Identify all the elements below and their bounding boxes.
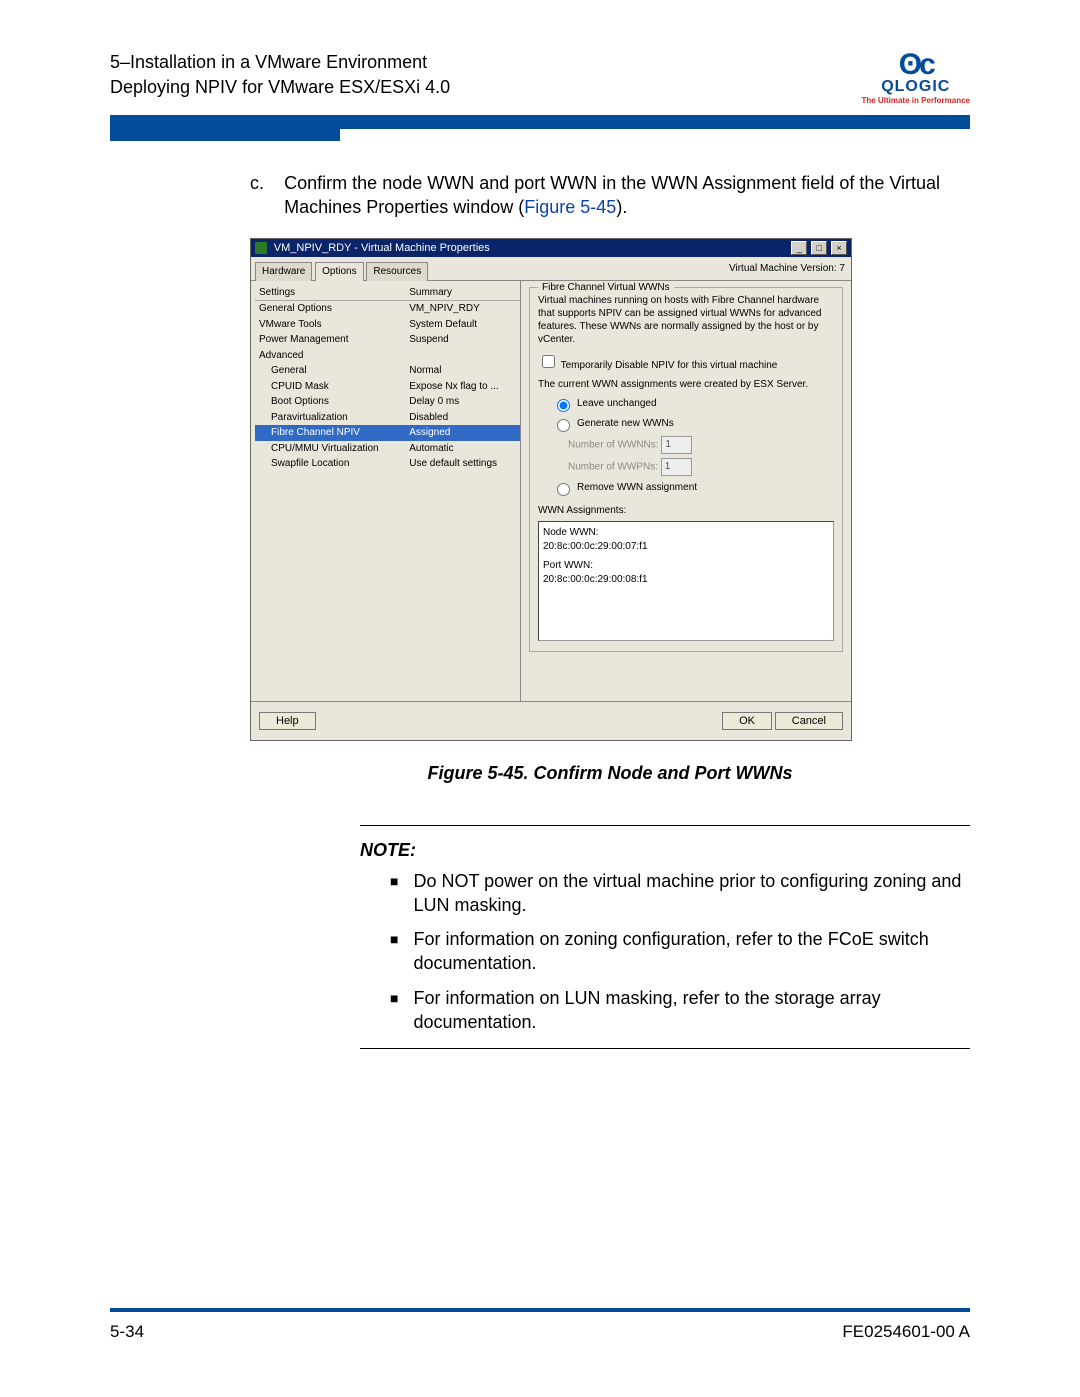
dialog-title: VM_NPIV_RDY - Virtual Machine Properties [274, 242, 490, 254]
tab-options[interactable]: Options [315, 262, 363, 281]
figure-link[interactable]: Figure 5-45 [524, 197, 616, 217]
list-item[interactable]: ParavirtualizationDisabled [255, 410, 520, 426]
ok-button[interactable]: OK [722, 712, 772, 730]
fc-wwn-group: Fibre Channel Virtual WWNs Virtual machi… [529, 287, 843, 653]
minimize-icon[interactable]: _ [791, 241, 807, 255]
radio-generate-label: Generate new WWNs [577, 417, 674, 431]
note-item: ■ For information on LUN masking, refer … [390, 986, 970, 1035]
doc-number: FE0254601-00 A [842, 1322, 970, 1342]
logo-brand: QLOGIC [862, 78, 970, 96]
tab-hardware[interactable]: Hardware [255, 262, 312, 281]
list-item[interactable]: GeneralNormal [255, 363, 520, 379]
radio-remove[interactable] [557, 483, 570, 496]
note-heading: NOTE: [360, 825, 970, 862]
radio-leave-label: Leave unchanged [577, 397, 657, 411]
list-item-selected[interactable]: Fibre Channel NPIVAssigned [255, 425, 520, 441]
num-wwpn-input[interactable] [661, 458, 692, 476]
radio-leave-unchanged[interactable] [557, 399, 570, 412]
note-item: ■ For information on zoning configuratio… [390, 927, 970, 976]
list-item[interactable]: CPUID MaskExpose Nx flag to ... [255, 379, 520, 395]
close-icon[interactable]: × [831, 241, 847, 255]
list-item[interactable]: Power ManagementSuspend [255, 332, 520, 348]
figure-caption: Figure 5-45. Confirm Node and Port WWNs [110, 761, 970, 785]
vm-icon [255, 242, 267, 254]
num-wwnn-input[interactable] [661, 436, 692, 454]
group-title: Fibre Channel Virtual WWNs [538, 281, 674, 295]
logo-icon: ʘc [862, 50, 970, 80]
note-item: ■ Do NOT power on the virtual machine pr… [390, 869, 970, 918]
node-wwn-value: 20:8c:00:0c:29:00:07:f1 [543, 540, 829, 554]
list-item[interactable]: Advanced [255, 348, 520, 364]
logo-tagline: The Ultimate in Performance [862, 96, 970, 105]
list-item[interactable]: CPU/MMU VirtualizationAutomatic [255, 441, 520, 457]
bullet-icon: ■ [390, 872, 398, 918]
fc-description: Virtual machines running on hosts with F… [538, 294, 834, 346]
disable-npiv-label: Temporarily Disable NPIV for this virtua… [561, 360, 778, 371]
list-item[interactable]: Boot OptionsDelay 0 ms [255, 394, 520, 410]
bullet-icon: ■ [390, 989, 398, 1035]
footer-rule [110, 1308, 970, 1312]
brand-logo: ʘc QLOGIC The Ultimate in Performance [862, 50, 970, 105]
disable-npiv-checkbox[interactable] [542, 355, 555, 368]
settings-list: Settings Summary General OptionsVM_NPIV_… [251, 281, 520, 701]
port-wwn-value: 20:8c:00:0c:29:00:08:f1 [543, 573, 829, 587]
title-left: VM_NPIV_RDY - Virtual Machine Properties [255, 241, 490, 256]
window-controls: _ □ × [790, 241, 847, 256]
dialog-tabs: Hardware Options Resources [251, 257, 432, 280]
wwn-status: The current WWN assignments were created… [538, 378, 834, 392]
radio-generate-new[interactable] [557, 419, 570, 432]
header-line2: Deploying NPIV for VMware ESX/ESXi 4.0 [110, 75, 450, 100]
num-wwpn-label: Number of WWPNs: [568, 461, 658, 472]
dialog-titlebar: VM_NPIV_RDY - Virtual Machine Properties… [251, 239, 851, 258]
cancel-button[interactable]: Cancel [775, 712, 843, 730]
vm-properties-dialog: VM_NPIV_RDY - Virtual Machine Properties… [250, 238, 852, 741]
header-rule-short [110, 129, 340, 141]
bullet-icon: ■ [390, 930, 398, 976]
num-wwnn-label: Number of WWNNs: [568, 439, 659, 450]
wwn-assignments-box[interactable]: Node WWN: 20:8c:00:0c:29:00:07:f1 Port W… [538, 521, 834, 641]
assignments-label: WWN Assignments: [538, 504, 834, 518]
dialog-footer: Help OK Cancel [251, 701, 851, 740]
list-item[interactable]: VMware ToolsSystem Default [255, 317, 520, 333]
vm-version-label: Virtual Machine Version: 7 [723, 258, 851, 280]
step-label: c. [250, 171, 284, 220]
step-text: Confirm the node WWN and port WWN in the… [284, 171, 970, 220]
col-settings: Settings [255, 285, 405, 301]
list-item[interactable]: Swapfile LocationUse default settings [255, 456, 520, 472]
header-line1: 5–Installation in a VMware Environment [110, 50, 450, 75]
header-rule [110, 115, 970, 129]
tab-resources[interactable]: Resources [366, 262, 428, 281]
radio-remove-label: Remove WWN assignment [577, 481, 697, 495]
col-summary: Summary [405, 285, 520, 301]
help-button[interactable]: Help [259, 712, 316, 730]
node-wwn-label: Node WWN: [543, 526, 829, 540]
note-end-rule [360, 1048, 970, 1049]
maximize-icon[interactable]: □ [811, 241, 827, 255]
page-number: 5-34 [110, 1322, 144, 1342]
list-item[interactable]: General OptionsVM_NPIV_RDY [255, 301, 520, 317]
port-wwn-label: Port WWN: [543, 559, 829, 573]
